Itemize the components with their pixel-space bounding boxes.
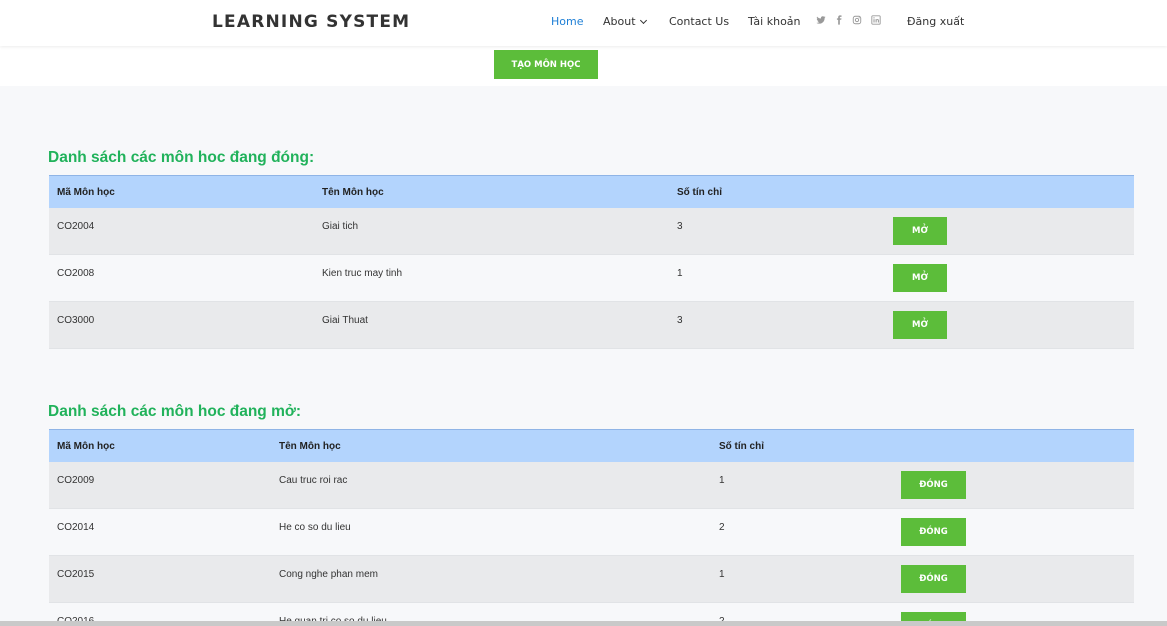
header-credits: Số tín chỉ — [719, 441, 764, 452]
table-header: Mã Môn học Tên Môn học Số tín chỉ — [49, 175, 1134, 208]
cell-credits: 1 — [719, 475, 725, 486]
open-courses-title: Danh sách các môn hoc đang mở: — [48, 403, 302, 420]
cell-course-code: CO2014 — [57, 522, 95, 533]
facebook-icon[interactable] — [833, 14, 845, 26]
nav-account[interactable]: Tài khoản — [748, 15, 801, 28]
table-row: CO2014 He co so du lieu 2 ĐÓNG — [49, 509, 1134, 556]
cell-course-name: Giai Thuat — [322, 315, 368, 326]
nav-contact[interactable]: Contact Us — [669, 15, 729, 28]
cell-course-name: Cau truc roi rac — [279, 475, 348, 486]
closed-courses-title: Danh sách các môn hoc đang đóng: — [48, 149, 315, 166]
header-course-code: Mã Môn học — [57, 441, 115, 452]
table-header: Mã Môn học Tên Môn học Số tín chỉ — [49, 429, 1134, 462]
nav-about-label: About — [603, 15, 636, 28]
instagram-icon[interactable] — [851, 14, 863, 26]
header-course-name: Tên Môn học — [322, 187, 384, 198]
cell-credits: 2 — [719, 522, 725, 533]
open-course-button[interactable]: MỞ — [893, 217, 947, 245]
cell-course-code: CO2015 — [57, 569, 95, 580]
header-course-code: Mã Môn học — [57, 187, 115, 198]
cell-credits: 1 — [719, 569, 725, 580]
open-courses-table: Mã Môn học Tên Môn học Số tín chỉ CO2009… — [49, 429, 1134, 626]
linkedin-icon[interactable] — [870, 14, 882, 26]
chevron-down-icon — [639, 16, 647, 25]
header-credits: Số tín chỉ — [677, 187, 722, 198]
create-course-button[interactable]: TẠO MÔN HỌC — [494, 50, 598, 79]
open-course-button[interactable]: MỞ — [893, 264, 947, 292]
brand-title[interactable]: LEARNING SYSTEM — [212, 12, 410, 32]
closed-courses-table: Mã Môn học Tên Môn học Số tín chỉ CO2004… — [49, 175, 1134, 349]
cell-course-name: Kien truc may tinh — [322, 268, 403, 279]
table-row: CO3000 Giai Thuat 3 MỞ — [49, 302, 1134, 349]
table-row: CO2008 Kien truc may tinh 1 MỞ — [49, 255, 1134, 302]
table-row: CO2009 Cau truc roi rac 1 ĐÓNG — [49, 462, 1134, 509]
table-row: CO2015 Cong nghe phan mem 1 ĐÓNG — [49, 556, 1134, 603]
header-course-name: Tên Môn học — [279, 441, 341, 452]
cell-course-code: CO2009 — [57, 475, 95, 486]
nav-home[interactable]: Home — [551, 15, 583, 28]
close-course-button[interactable]: ĐÓNG — [901, 565, 966, 593]
viewport-bottom-edge — [0, 621, 1167, 626]
twitter-icon[interactable] — [815, 14, 827, 26]
close-course-button[interactable]: ĐÓNG — [901, 471, 966, 499]
nav-logout[interactable]: Đăng xuất — [907, 15, 964, 28]
open-course-button[interactable]: MỞ — [893, 311, 947, 339]
top-navbar: LEARNING SYSTEM Home About Contact Us Tà… — [0, 0, 1167, 46]
cell-course-name: Giai tich — [322, 221, 359, 232]
table-row: CO2004 Giai tich 3 MỞ — [49, 208, 1134, 255]
cell-credits: 3 — [677, 221, 683, 232]
cell-course-code: CO2004 — [57, 221, 95, 232]
cell-credits: 3 — [677, 315, 683, 326]
nav-about[interactable]: About — [603, 15, 647, 28]
cell-course-code: CO3000 — [57, 315, 95, 326]
close-course-button[interactable]: ĐÓNG — [901, 518, 966, 546]
cell-course-name: He co so du lieu — [279, 522, 351, 533]
cell-course-name: Cong nghe phan mem — [279, 569, 378, 580]
cell-credits: 1 — [677, 268, 683, 279]
cell-course-code: CO2008 — [57, 268, 95, 279]
